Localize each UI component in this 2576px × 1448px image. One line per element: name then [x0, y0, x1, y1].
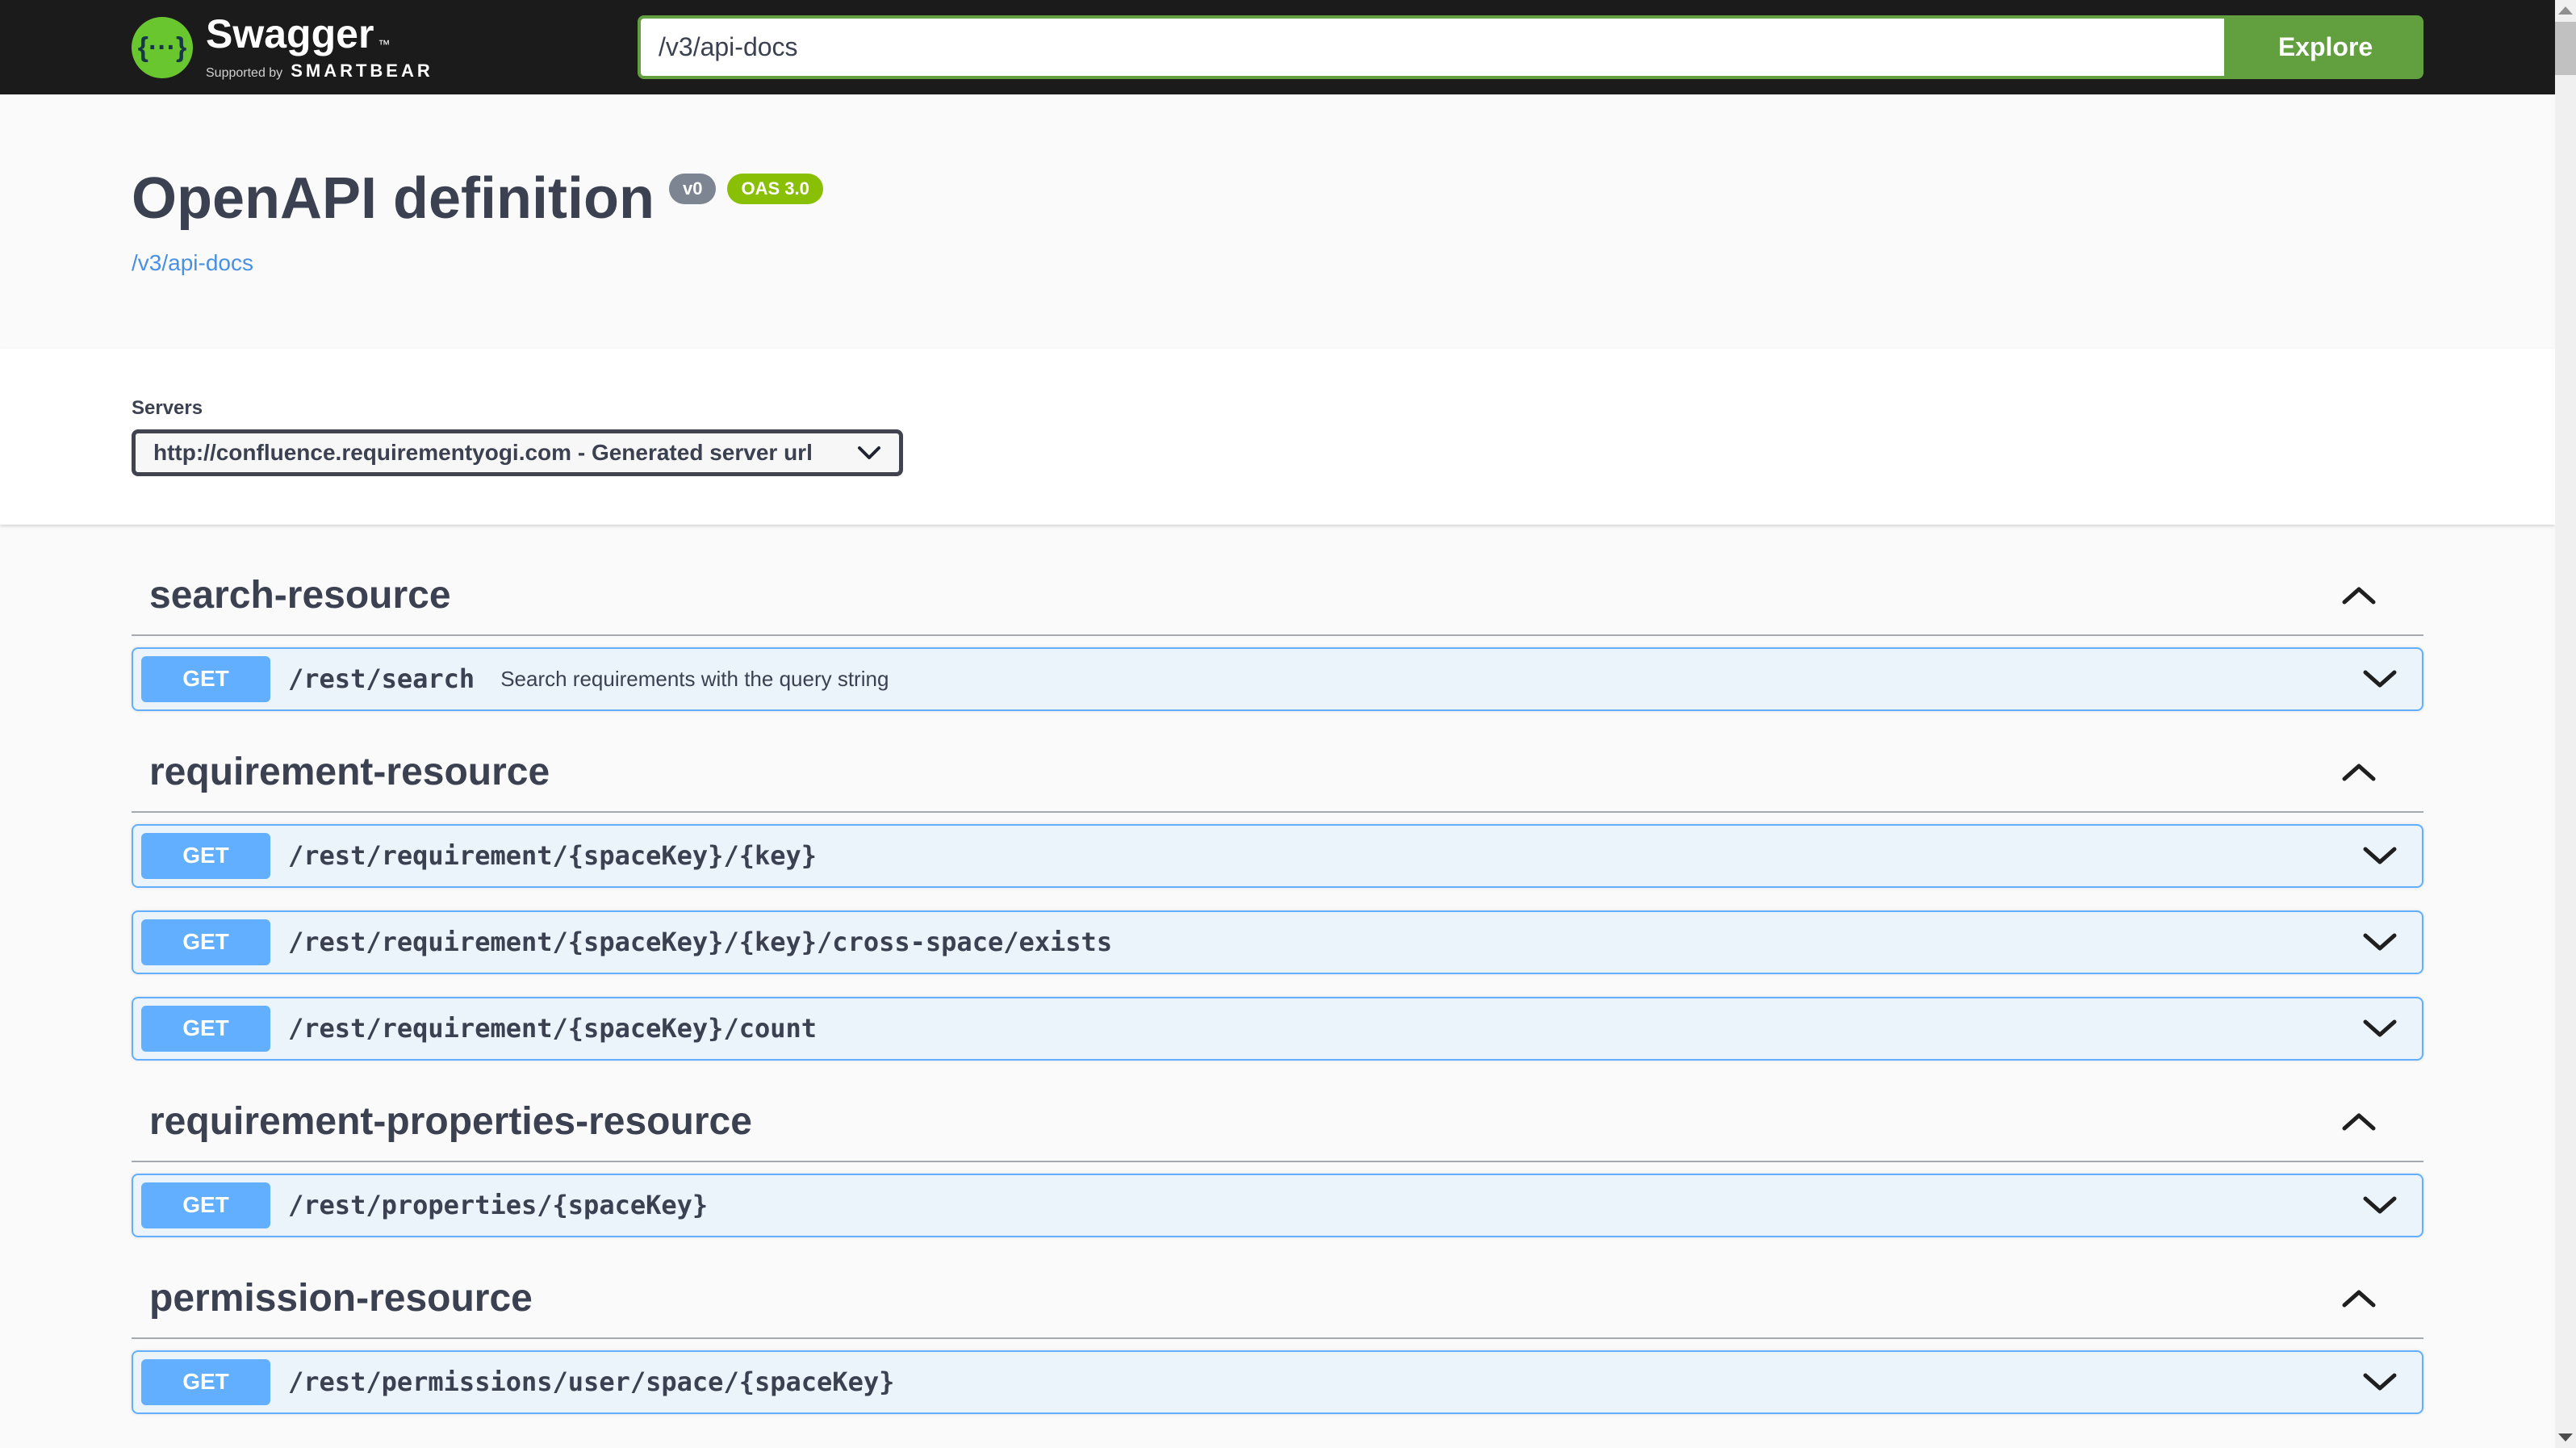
swagger-logo[interactable]: {···} Swagger ™ Supported by SMARTBEAR — [132, 14, 433, 82]
chevron-down-icon — [2363, 1373, 2397, 1391]
operation-row[interactable]: GET /rest/requirement/{spaceKey}/{key}/c… — [132, 910, 2423, 974]
chevron-down-icon — [2363, 1019, 2397, 1037]
swagger-braces-icon: {···} — [132, 16, 193, 78]
topbar: {···} Swagger ™ Supported by SMARTBEAR E… — [0, 0, 2555, 94]
tag-header-permission-resource[interactable]: permission-resource — [132, 1260, 2423, 1339]
operation-row[interactable]: GET /rest/requirement/{spaceKey}/count — [132, 996, 2423, 1061]
collapse-section-button[interactable] — [2341, 1112, 2377, 1132]
http-method-badge: GET — [141, 1358, 270, 1405]
http-method-badge: GET — [141, 1005, 270, 1052]
tag-title: search-resource — [149, 573, 451, 617]
operation-row[interactable]: GET /rest/requirement/{spaceKey}/{key} — [132, 823, 2423, 888]
explore-button[interactable]: Explore — [2227, 15, 2423, 79]
spec-url-input[interactable] — [638, 15, 2227, 79]
http-method-badge: GET — [141, 832, 270, 879]
http-method-badge: GET — [141, 655, 270, 702]
collapse-section-button[interactable] — [2341, 586, 2377, 605]
operation-row[interactable]: GET /rest/permissions/user/space/{spaceK… — [132, 1350, 2423, 1414]
chevron-down-icon — [2363, 1196, 2397, 1214]
page-title: OpenAPI definition — [132, 166, 654, 231]
scrollbar-down-arrow-icon[interactable] — [2558, 1433, 2573, 1442]
endpoint-path: /rest/search — [288, 663, 475, 695]
tag-header-requirement-properties-resource[interactable]: requirement-properties-resource — [132, 1083, 2423, 1162]
chevron-up-icon — [2342, 764, 2376, 781]
endpoint-path: /rest/permissions/user/space/{spaceKey} — [288, 1366, 895, 1398]
chevron-down-icon — [2363, 847, 2397, 864]
smartbear-label: SMARTBEAR — [291, 60, 433, 81]
chevron-up-icon — [2342, 587, 2376, 605]
server-select-value: http://confluence.requirementyogi.com - … — [153, 439, 813, 465]
vertical-scrollbar[interactable] — [2555, 0, 2576, 1448]
chevron-down-icon — [2363, 670, 2397, 688]
endpoint-path: /rest/requirement/{spaceKey}/{key}/cross… — [288, 927, 1113, 958]
tag-section-permission-resource: permission-resource GET /rest/permission… — [132, 1260, 2423, 1414]
trademark-symbol: ™ — [378, 37, 391, 52]
spec-link[interactable]: /v3/api-docs — [132, 250, 253, 276]
tag-section-search-resource: search-resource GET /rest/search Search … — [132, 557, 2423, 711]
operation-row[interactable]: GET /rest/search Search requirements wit… — [132, 647, 2423, 711]
endpoint-description: Search requirements with the query strin… — [500, 666, 889, 691]
tag-title: permission-resource — [149, 1276, 533, 1320]
http-method-badge: GET — [141, 919, 270, 965]
scrollbar-thumb[interactable] — [2555, 22, 2576, 75]
scrollbar-up-arrow-icon[interactable] — [2558, 6, 2573, 15]
chevron-up-icon — [2342, 1290, 2376, 1308]
expand-operation-button[interactable] — [2362, 1195, 2398, 1215]
oas-badge: OAS 3.0 — [727, 174, 823, 204]
collapse-section-button[interactable] — [2341, 1289, 2377, 1308]
tag-title: requirement-resource — [149, 750, 550, 793]
expand-operation-button[interactable] — [2362, 1019, 2398, 1038]
endpoint-path: /rest/properties/{spaceKey} — [288, 1190, 709, 1221]
tag-title: requirement-properties-resource — [149, 1099, 752, 1143]
expand-operation-button[interactable] — [2362, 1372, 2398, 1392]
chevron-down-icon — [858, 446, 880, 459]
info-section: OpenAPI definition v0 OAS 3.0 /v3/api-do… — [0, 94, 2555, 349]
scheme-container: Servers http://confluence.requirementyog… — [0, 348, 2555, 525]
tag-header-search-resource[interactable]: search-resource — [132, 557, 2423, 636]
spec-url-form: Explore — [638, 15, 2423, 79]
expand-operation-button[interactable] — [2362, 846, 2398, 865]
expand-operation-button[interactable] — [2362, 932, 2398, 952]
endpoint-path: /rest/requirement/{spaceKey}/count — [288, 1013, 818, 1044]
brand-name: Swagger — [206, 10, 374, 56]
http-method-badge: GET — [141, 1182, 270, 1228]
chevron-down-icon — [2363, 933, 2397, 951]
version-badge: v0 — [668, 174, 717, 204]
servers-label: Servers — [132, 396, 203, 419]
tag-section-requirement-properties-resource: requirement-properties-resource GET /res… — [132, 1083, 2423, 1237]
server-select[interactable]: http://confluence.requirementyogi.com - … — [132, 429, 903, 476]
tag-header-requirement-resource[interactable]: requirement-resource — [132, 734, 2423, 813]
swagger-ui-page: {···} Swagger ™ Supported by SMARTBEAR E… — [0, 0, 2555, 1414]
operation-row[interactable]: GET /rest/properties/{spaceKey} — [132, 1173, 2423, 1237]
operations-area: search-resource GET /rest/search Search … — [0, 525, 2555, 1414]
chevron-up-icon — [2342, 1113, 2376, 1131]
tag-section-requirement-resource: requirement-resource GET /rest/requireme… — [132, 734, 2423, 1061]
collapse-section-button[interactable] — [2341, 763, 2377, 782]
supported-by-label: Supported by — [206, 65, 283, 80]
endpoint-path: /rest/requirement/{spaceKey}/{key} — [288, 840, 818, 872]
expand-operation-button[interactable] — [2362, 669, 2398, 688]
